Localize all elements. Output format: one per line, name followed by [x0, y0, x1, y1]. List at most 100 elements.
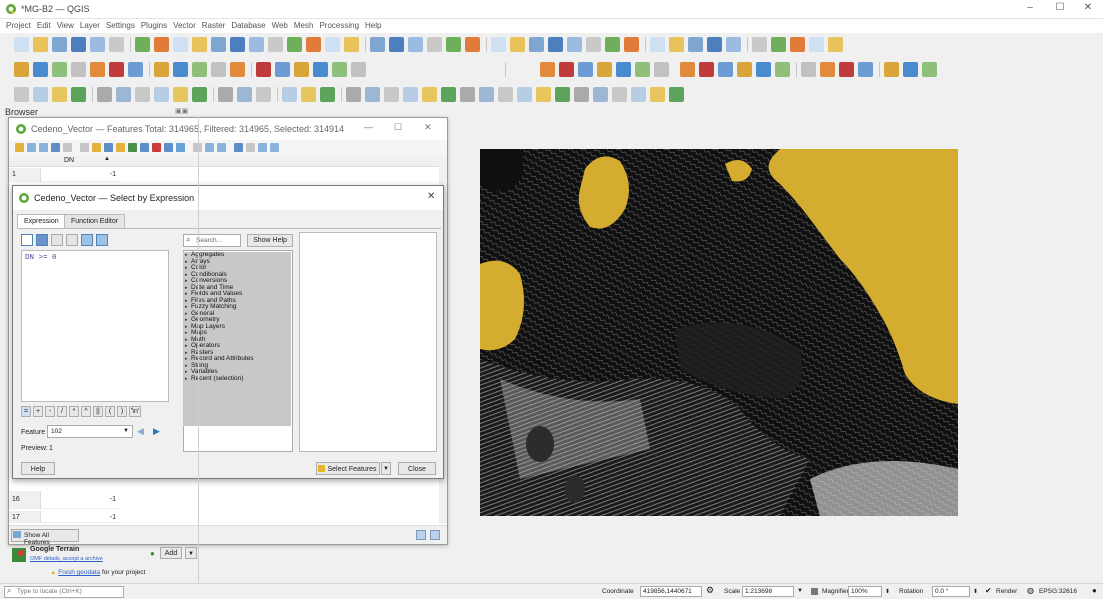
close-button[interactable]: Close [398, 462, 436, 475]
column-header-dn[interactable]: DN [64, 157, 74, 164]
operator-close-paren-button[interactable]: ) [117, 406, 127, 417]
toolbar-tool-icon[interactable] [790, 37, 805, 52]
attribute-tool-icon[interactable] [63, 143, 72, 152]
toolbar-tool-icon[interactable] [597, 62, 612, 77]
stepper-icon[interactable]: ⬍ [973, 588, 978, 595]
tab-expression[interactable]: Expression [17, 214, 66, 228]
toolbar-tool-icon[interactable] [71, 87, 86, 102]
toolbar-tool-icon[interactable] [14, 37, 29, 52]
globe-icon[interactable]: ◍ [1027, 586, 1034, 595]
toolbar-tool-icon[interactable] [287, 37, 302, 52]
toolbar-tool-icon[interactable] [218, 87, 233, 102]
close-icon[interactable]: ✕ [424, 122, 432, 133]
toolbar-tool-icon[interactable] [275, 62, 290, 77]
save-icon[interactable] [36, 234, 48, 246]
toolbar-tool-icon[interactable] [313, 62, 328, 77]
show-help-button[interactable]: Show Help [247, 234, 293, 247]
toolbar-tool-icon[interactable] [669, 87, 684, 102]
toolbar-tool-icon[interactable] [128, 62, 143, 77]
operator-newline-button[interactable]: '\n' [129, 406, 141, 417]
form-view-icon[interactable] [430, 530, 440, 540]
toolbar-tool-icon[interactable] [389, 37, 404, 52]
toolbar-tool-icon[interactable] [320, 87, 335, 102]
toolbar-tool-icon[interactable] [922, 62, 937, 77]
cell-dn[interactable]: -1 [41, 491, 121, 509]
menu-project[interactable]: Project [0, 19, 34, 30]
attribute-tool-icon[interactable] [234, 143, 243, 152]
add-button[interactable]: Add [160, 547, 182, 559]
toolbar-tool-icon[interactable] [578, 62, 593, 77]
attribute-tool-icon[interactable] [270, 143, 279, 152]
menu-help[interactable]: Help [362, 19, 384, 30]
tab-function-editor[interactable]: Function Editor [64, 214, 126, 228]
coordinate-field[interactable]: 419856,1440671 [640, 586, 702, 597]
operator-divide-button[interactable]: / [57, 406, 67, 417]
toolbar-tool-icon[interactable] [365, 87, 380, 102]
menu-vector[interactable]: Vector [170, 19, 199, 30]
attribute-tool-icon[interactable] [205, 143, 214, 152]
toolbar-tool-icon[interactable] [14, 62, 29, 77]
toolbar-tool-icon[interactable] [211, 62, 226, 77]
toolbar-tool-icon[interactable] [839, 62, 854, 77]
crs-label[interactable]: EPSG:32616 [1039, 588, 1077, 595]
next-feature-icon[interactable]: ▶ [153, 426, 160, 437]
attribute-tool-icon[interactable] [258, 143, 267, 152]
toolbar-tool-icon[interactable] [559, 62, 574, 77]
toolbar-tool-icon[interactable] [771, 37, 786, 52]
attribute-tool-icon[interactable] [39, 143, 48, 152]
toolbar-tool-icon[interactable] [884, 62, 899, 77]
toolbar-tool-icon[interactable] [116, 87, 131, 102]
toolbar-tool-icon[interactable] [294, 62, 309, 77]
toolbar-tool-icon[interactable] [135, 37, 150, 52]
toolbar-tool-icon[interactable] [301, 87, 316, 102]
operator-minus-button[interactable]: - [45, 406, 55, 417]
toolbar-tool-icon[interactable] [574, 87, 589, 102]
panel-float-icon[interactable]: ▣▣ [175, 107, 188, 115]
attribute-tool-icon[interactable] [217, 143, 226, 152]
toolbar-tool-icon[interactable] [173, 37, 188, 52]
attribute-tool-icon[interactable] [116, 143, 125, 152]
toolbar-tool-icon[interactable] [332, 62, 347, 77]
toolbar-tool-icon[interactable] [249, 37, 264, 52]
cell-dn[interactable]: -1 [41, 511, 121, 523]
toolbar-tool-icon[interactable] [97, 87, 112, 102]
toolbar-tool-icon[interactable] [529, 37, 544, 52]
toolbar-tool-icon[interactable] [109, 37, 124, 52]
previous-feature-icon[interactable]: ◀ [137, 426, 144, 437]
toolbar-tool-icon[interactable] [726, 37, 741, 52]
toolbar-tool-icon[interactable] [90, 37, 105, 52]
toolbar-tool-icon[interactable] [631, 87, 646, 102]
toolbar-tool-icon[interactable] [752, 37, 767, 52]
toolbar-tool-icon[interactable] [536, 87, 551, 102]
import-icon[interactable] [81, 234, 93, 246]
toolbar-tool-icon[interactable] [135, 87, 150, 102]
menu-raster[interactable]: Raster [199, 19, 229, 30]
toolbar-tool-icon[interactable] [446, 37, 461, 52]
toolbar-tool-icon[interactable] [211, 37, 226, 52]
render-checkbox-icon[interactable]: ✔ [985, 586, 992, 595]
messages-icon[interactable]: ● [1092, 586, 1097, 595]
expression-editor[interactable]: DN >= 0 [21, 250, 169, 402]
toolbar-tool-icon[interactable] [154, 37, 169, 52]
toolbar-tool-icon[interactable] [256, 62, 271, 77]
toolbar-tool-icon[interactable] [718, 62, 733, 77]
maximize-icon[interactable]: ☐ [394, 122, 402, 133]
toolbar-tool-icon[interactable] [756, 62, 771, 77]
toolbar-tool-icon[interactable] [680, 62, 695, 77]
operator-power-button[interactable]: ^ [81, 406, 91, 417]
toolbar-tool-icon[interactable] [517, 87, 532, 102]
feature-combobox[interactable]: 102 ▼ [47, 425, 133, 438]
toolbar-tool-icon[interactable] [465, 37, 480, 52]
toolbar-tool-icon[interactable] [90, 62, 105, 77]
toolbar-tool-icon[interactable] [427, 37, 442, 52]
attribute-tool-icon[interactable] [246, 143, 255, 152]
lock-icon[interactable] [811, 588, 818, 595]
toolbar-tool-icon[interactable] [635, 62, 650, 77]
toolbar-tool-icon[interactable] [605, 37, 620, 52]
terrain-details-link[interactable]: OMF details, accept a archive [30, 556, 103, 562]
toolbar-tool-icon[interactable] [654, 62, 669, 77]
toolbar-tool-icon[interactable] [775, 62, 790, 77]
toolbar-tool-icon[interactable] [71, 37, 86, 52]
toolbar-tool-icon[interactable] [14, 87, 29, 102]
toolbar-tool-icon[interactable] [809, 37, 824, 52]
